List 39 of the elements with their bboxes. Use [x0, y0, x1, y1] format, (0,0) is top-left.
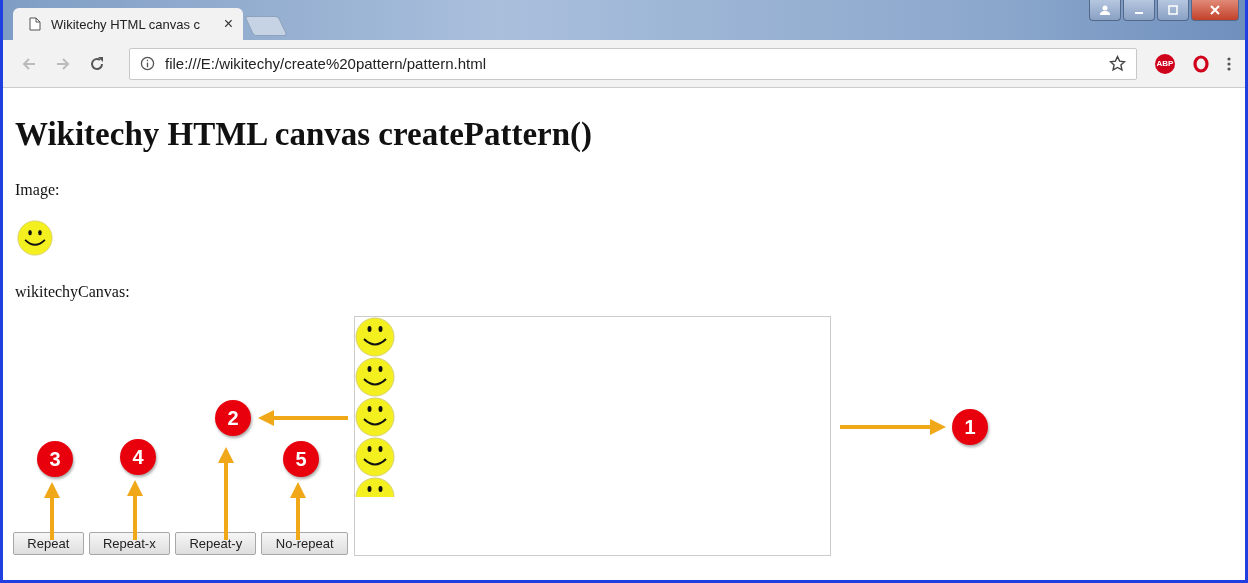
callout-number: 5	[283, 441, 319, 477]
pattern-button[interactable]: Repeat-x	[88, 532, 171, 555]
close-icon	[1209, 4, 1221, 16]
callout-number: 3	[37, 441, 73, 477]
callout-number: 4	[120, 439, 156, 475]
callout-number: 2	[215, 400, 251, 436]
url-text: file:///E:/wikitechy/create%20pattern/pattern.html	[165, 55, 486, 72]
callout-number: 1	[952, 409, 988, 445]
menu-icon[interactable]	[1227, 55, 1231, 72]
minimize-button[interactable]	[1123, 0, 1155, 21]
smiley-icon	[355, 397, 395, 437]
page-heading: Wikitechy HTML canvas createPattern()	[15, 115, 594, 154]
star-icon[interactable]	[1109, 55, 1126, 72]
pattern-button[interactable]: Repeat	[13, 532, 84, 555]
ring-icon[interactable]	[1193, 54, 1209, 73]
smiley-icon	[355, 357, 395, 397]
browser-tab[interactable]: Wikitechy HTML canvas c ×	[13, 8, 243, 40]
reload-icon[interactable]	[89, 55, 105, 72]
pattern-button[interactable]: Repeat-y	[175, 532, 257, 555]
address-bar[interactable]: file:///E:/wikitechy/create%20pattern/pattern.html	[129, 47, 1137, 80]
user-icon	[1099, 4, 1111, 16]
pattern-button[interactable]: No-repeat	[261, 532, 348, 555]
maximize-icon	[1167, 4, 1179, 16]
smiley-icon	[355, 317, 395, 357]
tab-title: Wikitechy HTML canvas c	[51, 16, 202, 32]
smiley-icon	[17, 220, 53, 256]
minimize-icon	[1135, 12, 1143, 14]
callout-arrow	[127, 480, 143, 540]
callout-arrow	[44, 482, 60, 540]
close-button[interactable]	[1191, 0, 1239, 21]
info-icon	[140, 56, 155, 71]
maximize-button[interactable]	[1157, 0, 1189, 21]
page-icon	[29, 17, 41, 31]
image-label: Image:	[15, 180, 61, 200]
callout-arrow	[290, 482, 306, 540]
canvas-label: wikitechyCanvas:	[15, 282, 131, 302]
close-tab-button[interactable]: ×	[223, 15, 233, 33]
user-button[interactable]	[1089, 0, 1121, 21]
adblock-button[interactable]: ABP	[1155, 53, 1175, 74]
